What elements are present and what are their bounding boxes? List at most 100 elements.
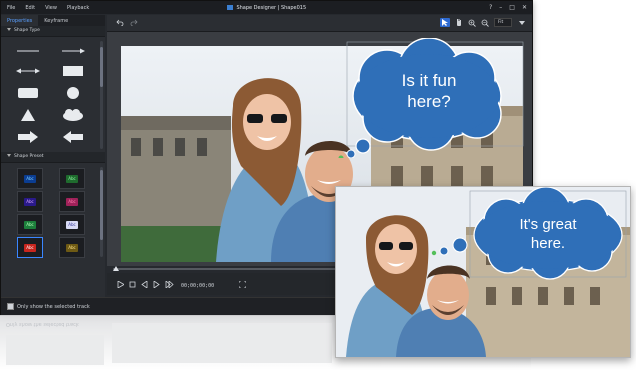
circle-shape-icon	[67, 87, 79, 99]
bubble-text: Is it fun here?	[375, 70, 483, 112]
preset-thumbnail: Abc	[66, 174, 78, 183]
shape-type-header[interactable]: Shape Type	[1, 26, 105, 37]
preset-item[interactable]: Abc	[59, 191, 85, 212]
tab-keyframe[interactable]: Keyframe	[38, 15, 74, 26]
zoom-out-button[interactable]	[480, 18, 490, 27]
stop-button[interactable]	[129, 281, 136, 290]
shape-cloud[interactable]	[58, 107, 88, 123]
preset-thumbnail: Abc	[24, 197, 36, 206]
undo-icon	[116, 19, 124, 26]
bubble-text-line-2: here?	[407, 92, 451, 111]
chevron-down-icon	[519, 20, 525, 25]
close-button[interactable]: ✕	[522, 4, 527, 11]
bubble-text-line-1: Is it fun	[401, 71, 457, 90]
shape-rounded-rectangle[interactable]	[13, 85, 43, 101]
shape-preset-label: Shape Preset	[14, 154, 44, 159]
maximize-button[interactable]: □	[509, 4, 515, 11]
preset-item[interactable]: Abc	[17, 191, 43, 212]
line-shape-icon	[17, 50, 39, 52]
preset-item[interactable]: Abc	[17, 168, 43, 189]
zoom-in-icon	[468, 19, 476, 27]
preset-thumbnail: Abc	[66, 243, 78, 252]
preset-thumbnail: Abc	[66, 220, 78, 229]
preset-item[interactable]: Abc	[17, 214, 43, 235]
right-arrow-shape-icon	[18, 131, 38, 143]
left-arrow-shape-icon	[63, 131, 83, 143]
preset-thumbnail: Abc	[24, 220, 36, 229]
pointer-icon	[442, 19, 448, 26]
shape-type-label: Shape Type	[14, 28, 40, 33]
shape-double-arrow[interactable]	[13, 63, 43, 79]
next-frame-icon	[153, 280, 160, 289]
previous-frame-icon	[141, 280, 148, 289]
panel-tabs: Properties Keyframe	[1, 15, 105, 26]
preset-item-selected[interactable]: Abc	[17, 237, 43, 258]
shape-left-arrow[interactable]	[58, 129, 88, 145]
shape-preset-grid: Abc Abc Abc Abc Abc Abc Abc Abc	[1, 163, 105, 259]
result-bubble-text: It's great here.	[496, 215, 600, 253]
shape-right-arrow[interactable]	[13, 129, 43, 145]
zoom-out-icon	[481, 19, 489, 27]
shape-triangle[interactable]	[13, 107, 43, 123]
canvas-toolbar: Fit	[107, 15, 532, 32]
play-button[interactable]	[117, 280, 125, 290]
timeline-playhead[interactable]	[113, 266, 119, 271]
double-arrow-shape-icon	[16, 68, 40, 74]
scrollbar-thumb[interactable]	[100, 47, 103, 87]
shape-circle[interactable]	[58, 85, 88, 101]
next-frame-button[interactable]	[153, 280, 160, 290]
fast-forward-icon	[165, 280, 174, 289]
triangle-shape-icon	[21, 109, 35, 121]
fullscreen-button[interactable]	[238, 280, 247, 290]
result-bubble-text-line-2: here.	[530, 235, 566, 252]
collapse-caret-icon	[7, 28, 11, 31]
play-icon	[117, 280, 125, 289]
shape-preset-header[interactable]: Shape Preset	[1, 152, 105, 163]
minimize-button[interactable]: –	[499, 4, 502, 11]
preset-thumbnail: Abc	[66, 197, 78, 206]
fast-forward-button[interactable]	[165, 280, 174, 290]
help-button[interactable]: ?	[489, 4, 492, 11]
collapse-caret-icon	[7, 154, 11, 157]
cloud-shape-icon	[63, 109, 83, 121]
shape-type-scrollbar[interactable]	[100, 41, 103, 149]
rectangle-shape-icon	[63, 66, 83, 76]
undo-button[interactable]	[115, 18, 125, 27]
preset-thumbnail: Abc	[24, 174, 36, 183]
reflection-canvas	[112, 323, 332, 363]
preset-item[interactable]: Abc	[59, 237, 85, 258]
timecode-display: 00;00;00;00	[181, 283, 215, 289]
previous-frame-button[interactable]	[141, 280, 148, 290]
arrow-line-shape-icon	[62, 48, 85, 54]
fullscreen-icon	[238, 280, 247, 289]
shape-preset-scrollbar[interactable]	[100, 167, 103, 257]
select-tool-button[interactable]	[440, 18, 450, 27]
result-photo-image	[336, 187, 630, 357]
tab-properties[interactable]: Properties	[1, 15, 39, 26]
rounded-rectangle-shape-icon	[18, 88, 38, 98]
reflection-panel	[6, 335, 104, 365]
redo-button[interactable]	[129, 18, 139, 27]
preset-item[interactable]: Abc	[59, 214, 85, 235]
only-selected-track-checkbox[interactable]	[7, 303, 14, 310]
preset-item[interactable]: Abc	[59, 168, 85, 189]
only-selected-track-option[interactable]: Only show the selected track	[7, 303, 90, 310]
result-bubble-text-line-1: It's great	[519, 216, 577, 233]
window-title: Shape Designer | Shape015	[236, 5, 307, 11]
shape-arrow-line[interactable]	[58, 43, 88, 59]
zoom-in-button[interactable]	[467, 18, 477, 27]
scrollbar-thumb[interactable]	[100, 170, 103, 240]
stop-icon	[129, 281, 136, 288]
shape-rectangle[interactable]	[58, 63, 88, 79]
hand-icon	[457, 18, 461, 26]
pan-tool-button[interactable]	[454, 18, 464, 27]
zoom-select[interactable]: Fit	[494, 18, 512, 27]
shape-line[interactable]	[13, 43, 43, 59]
title-bar: File Edit View Playback Shape Designer |…	[1, 1, 532, 14]
app-logo-icon	[226, 5, 233, 10]
window-controls: ? – □ ✕	[489, 4, 527, 11]
redo-icon	[130, 19, 138, 26]
toolbar-dropdown-button[interactable]	[517, 18, 527, 27]
only-selected-track-label: Only show the selected track	[17, 304, 90, 310]
properties-panel: Properties Keyframe Shape Type Shape Pre…	[1, 15, 105, 310]
